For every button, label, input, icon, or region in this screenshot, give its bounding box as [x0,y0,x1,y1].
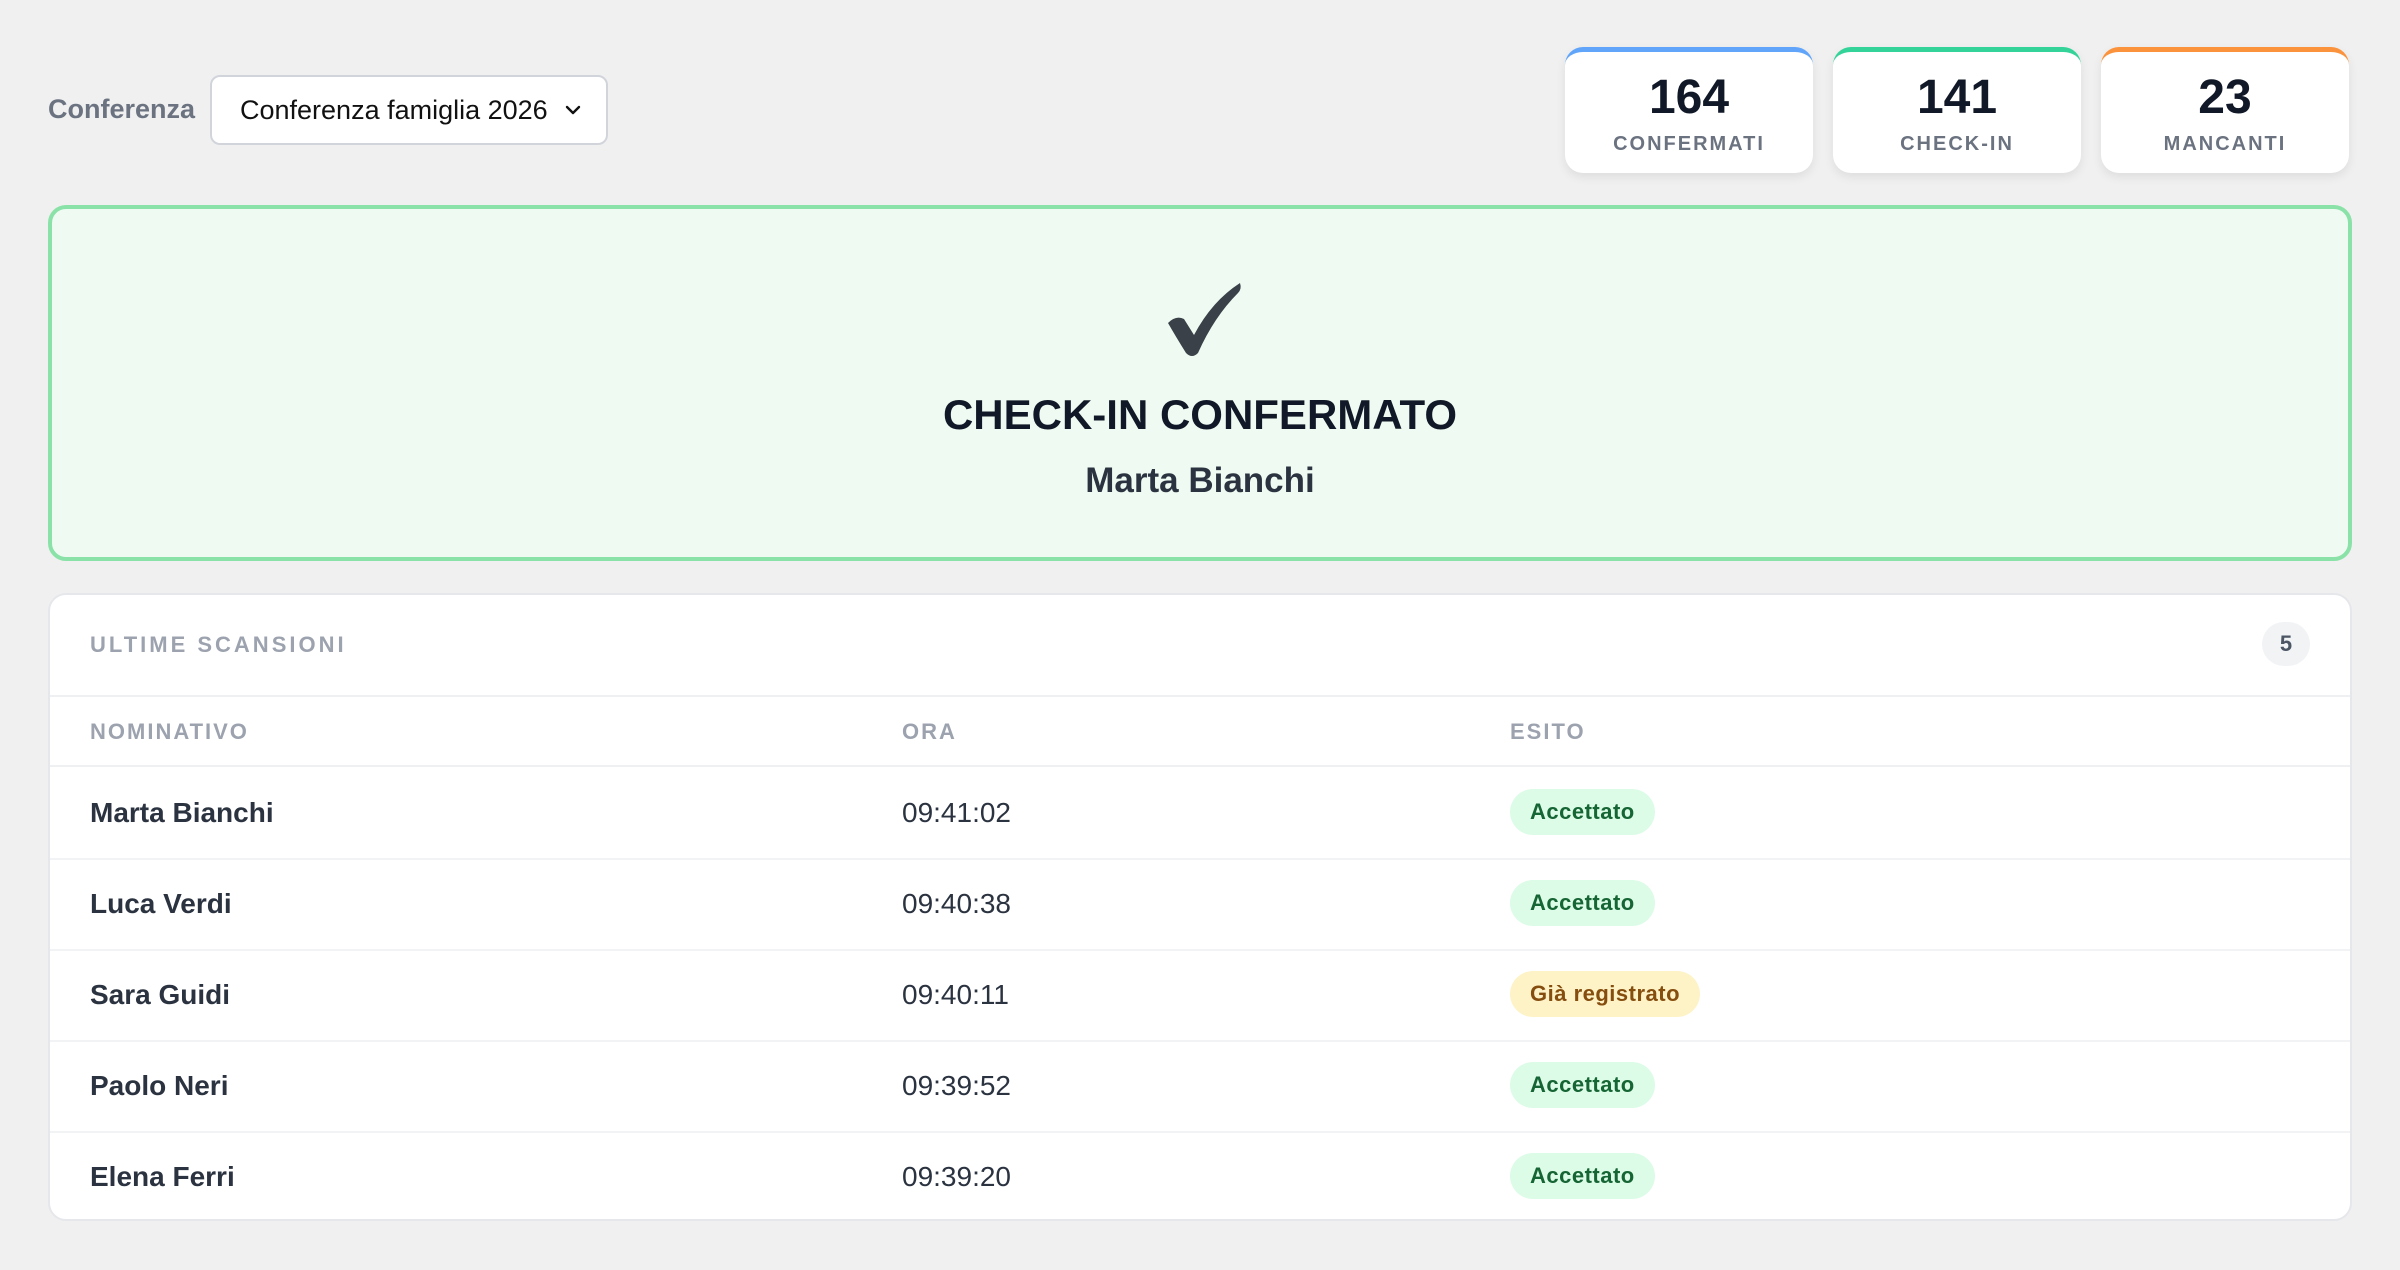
stat-card-check-in: 141 CHECK-IN [1833,47,2081,173]
attendee-name: Paolo Neri [90,1070,229,1101]
scan-time: 09:41:02 [902,797,1011,828]
status-badge: Accettato [1510,1062,1655,1108]
attendee-name: Elena Ferri [90,1161,235,1192]
stat-label: CONFERMATI [1613,133,1765,155]
stat-card-mancanti: 23 MANCANTI [2101,47,2349,173]
check-mark-icon [1168,283,1241,356]
scan-time: 09:40:38 [902,888,1011,919]
table-row: Marta Bianchi 09:41:02 Accettato [50,767,2350,860]
result-attendee-name: Marta Bianchi [1085,461,1315,500]
result-title: CHECK-IN CONFERMATO [942,391,1458,438]
table-row: Paolo Neri 09:39:52 Accettato [50,1040,2350,1133]
attendee-name: Sara Guidi [90,979,231,1010]
conference-select[interactable]: Conferenza famiglia 2026 [210,75,608,145]
stat-label: CHECK-IN [1900,133,2014,155]
check-in-result-banner: CHECK-IN CONFERMATO Marta Bianchi [48,205,2352,561]
conference-label: Conferenza [48,94,196,124]
status-badge: Accettato [1510,789,1655,835]
attendee-name: Marta Bianchi [90,797,274,828]
scan-time: 09:40:11 [902,979,1009,1010]
table-row: Elena Ferri 09:39:20 Accettato [50,1131,2350,1219]
column-header-nominativo: NOMINATIVO [90,719,249,744]
stat-card-confermati: 164 CONFERMATI [1565,47,1813,173]
recent-scans-header: ULTIME SCANSIONI 5 [50,595,2350,697]
scan-time: 09:39:52 [902,1070,1011,1101]
status-badge: Accettato [1510,1153,1655,1199]
stat-value: 23 [2198,71,2252,124]
stat-label: MANCANTI [2163,133,2287,155]
scan-count-badge: 5 [2262,622,2310,666]
stat-value: 141 [1916,71,1998,124]
table-header: NOMINATIVO ORA ESITO [50,695,2350,767]
chevron-down-icon [565,105,581,115]
status-badge: Già registrato [1510,971,1701,1017]
attendee-name: Luca Verdi [90,888,232,919]
scan-time: 09:39:20 [902,1161,1011,1192]
table-row: Luca Verdi 09:40:38 Accettato [50,858,2350,951]
conference-select-value: Conferenza famiglia 2026 [240,95,548,125]
recent-scans-panel: ULTIME SCANSIONI 5 NOMINATIVO ORA ESITO … [48,593,2352,1221]
table-row: Sara Guidi 09:40:11 Già registrato [50,949,2350,1042]
recent-scans-title: ULTIME SCANSIONI [90,632,347,657]
column-header-ora: ORA [902,719,957,744]
status-badge: Accettato [1510,880,1655,926]
stat-value: 164 [1648,71,1730,124]
column-header-esito: ESITO [1510,719,1586,744]
